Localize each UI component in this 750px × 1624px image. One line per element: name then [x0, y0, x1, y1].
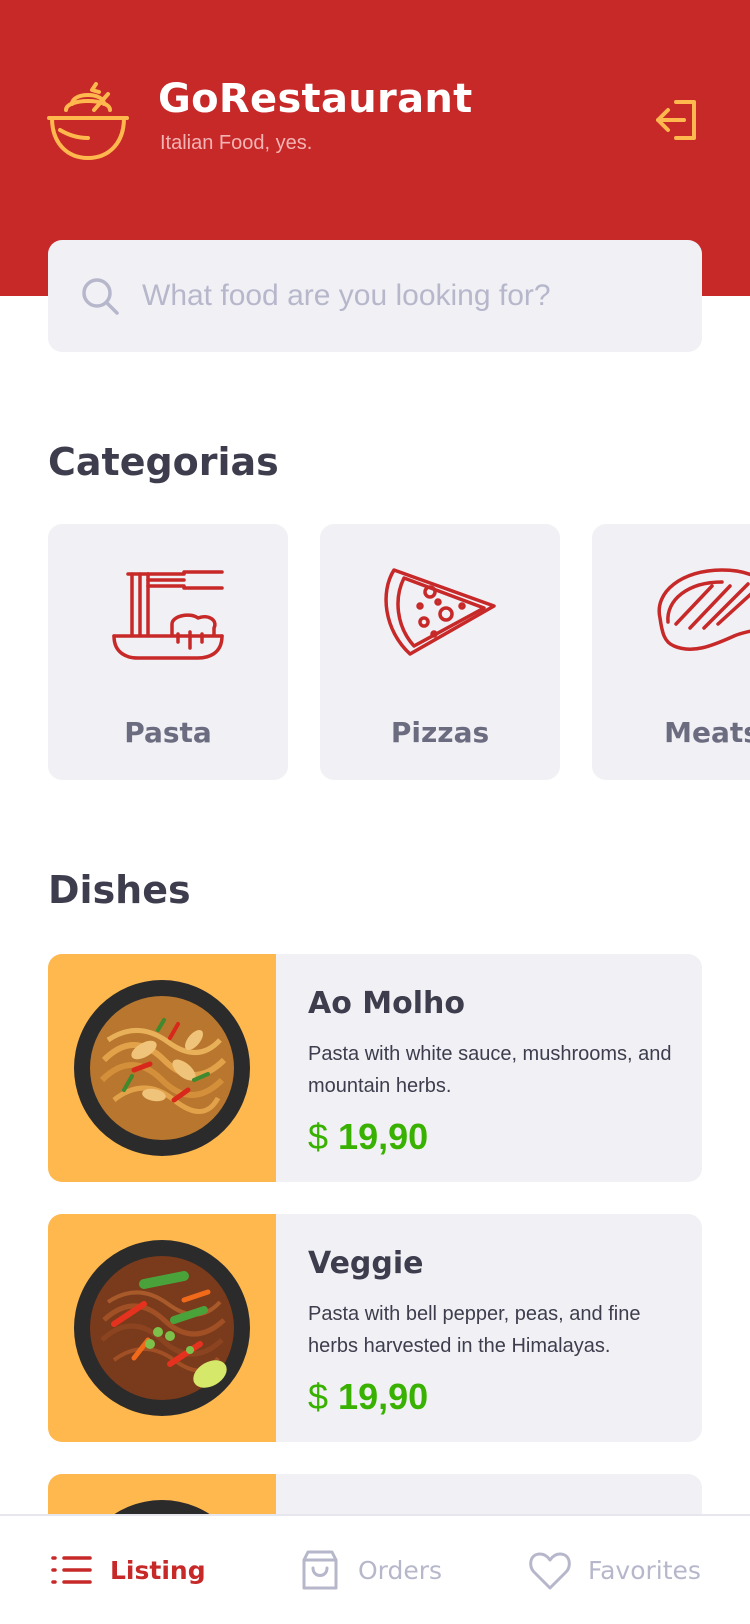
category-label: Meats	[664, 716, 750, 749]
category-label: Pizzas	[390, 716, 490, 749]
category-card-meats[interactable]: Meats	[592, 524, 750, 780]
dish-image	[48, 954, 276, 1182]
price-value: 19,90	[338, 1376, 429, 1417]
price-currency: $	[308, 1376, 329, 1417]
tab-listing[interactable]: Listing	[50, 1542, 206, 1598]
categories-title: Categorias	[48, 440, 279, 484]
shopping-bag-icon	[302, 1550, 338, 1590]
pasta-icon	[112, 570, 224, 660]
price-value: 19,90	[338, 1116, 429, 1157]
brand-title: GoRestaurant	[158, 76, 473, 122]
list-icon	[51, 1556, 92, 1584]
tab-label: Orders	[358, 1555, 443, 1585]
tab-favorites[interactable]: Favorites	[528, 1542, 701, 1598]
search-icon	[82, 278, 119, 315]
category-label: Pasta	[124, 716, 212, 749]
categories-list: Pasta Pizzas Meats	[48, 524, 750, 780]
dish-description: Pasta with bell pepper, peas, and fine h…	[308, 1303, 641, 1357]
dish-name: Ao Molho	[308, 986, 465, 1021]
tab-orders[interactable]: Orders	[298, 1542, 442, 1598]
tab-label: Listing	[110, 1555, 206, 1585]
dish-image	[48, 1214, 276, 1442]
cooking-pot-icon	[47, 82, 129, 160]
dishes-title: Dishes	[48, 868, 191, 912]
dish-name: Veggie	[308, 1246, 424, 1281]
dish-card[interactable]: Veggie Pasta with bell pepper, peas, and…	[48, 1214, 702, 1442]
price-currency: $	[308, 1116, 329, 1157]
dish-price: $ 19,90	[308, 1376, 428, 1418]
heart-icon	[529, 1552, 571, 1590]
tab-label: Favorites	[588, 1555, 701, 1585]
search-bar[interactable]	[48, 240, 702, 352]
dish-photo	[74, 980, 250, 1156]
dish-description: Pasta with white sauce, mushrooms, and m…	[308, 1043, 672, 1097]
dish-price: $ 19,90	[308, 1116, 428, 1158]
pizza-slice-icon	[384, 568, 496, 656]
bottom-tab-bar: Listing Orders Favorites	[0, 1514, 750, 1624]
dish-card[interactable]: Ao Molho Pasta with white sauce, mushroo…	[48, 954, 702, 1182]
steak-icon	[657, 568, 750, 651]
category-card-pasta[interactable]: Pasta	[48, 524, 288, 780]
logout-icon[interactable]	[654, 96, 702, 144]
category-card-pizzas[interactable]: Pizzas	[320, 524, 560, 780]
search-input[interactable]	[142, 268, 672, 324]
dish-photo	[74, 1240, 250, 1416]
brand-subtitle: Italian Food, yes.	[160, 132, 313, 154]
